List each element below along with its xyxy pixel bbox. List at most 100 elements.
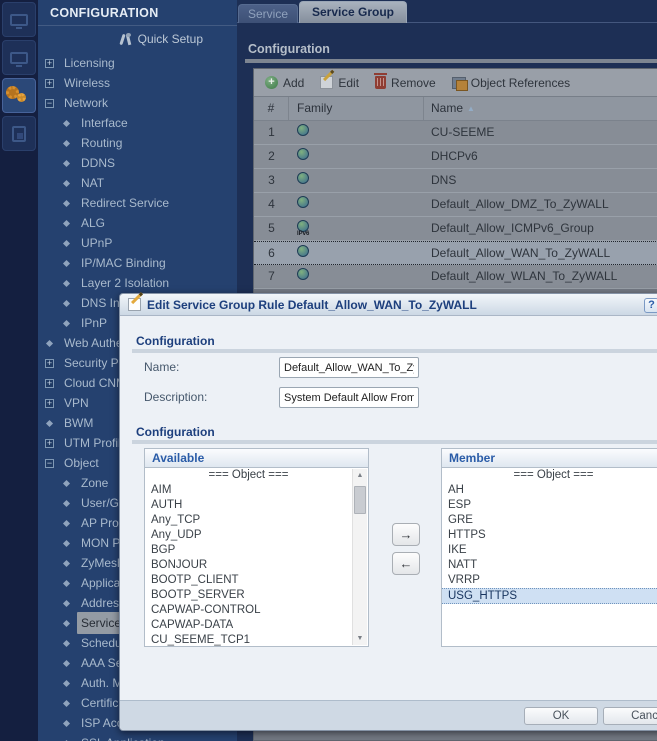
expand-icon: + <box>45 79 54 88</box>
dialog-section2-rule <box>132 440 657 444</box>
list-item-aim[interactable]: AIM <box>145 483 352 498</box>
table-row-default-allow-wan-to-zywall[interactable]: 6 Default_Allow_WAN_To_ZyWALL <box>254 241 657 265</box>
monitor-glyph <box>10 52 28 64</box>
column-number[interactable]: # <box>254 97 289 120</box>
row-name: Default_Allow_WAN_To_ZyWALL <box>424 242 657 265</box>
pencil-icon <box>320 76 333 89</box>
available-list[interactable]: === Object ===AIMAUTHAny_TCPAny_UDPBGPBO… <box>144 468 369 647</box>
list-item-natt[interactable]: NATT <box>442 558 657 573</box>
remove-button[interactable]: Remove <box>371 74 440 92</box>
scrollbar-thumb[interactable] <box>354 486 366 514</box>
list-item-bgp[interactable]: BGP <box>145 543 352 558</box>
row-number: 5 <box>254 217 289 240</box>
tree-leaf-icon <box>63 519 70 526</box>
column-family[interactable]: Family <box>289 97 424 120</box>
tree-leaf-icon <box>63 279 70 286</box>
column-name[interactable]: Name ▲ <box>424 97 657 120</box>
dialog-section1-rule <box>132 349 657 353</box>
monitor-icon[interactable] <box>2 40 36 75</box>
list-group-header[interactable]: === Object === <box>145 468 352 483</box>
table-row-default-allow-icmpv6-group[interactable]: 5 IPv6 Default_Allow_ICMPv6_Group <box>254 217 657 241</box>
monitor-glyph <box>10 14 28 26</box>
tab-service[interactable]: Service <box>238 4 298 23</box>
row-name: CU-SEEME <box>424 121 657 144</box>
sidebar-item-nat[interactable]: NAT <box>38 173 237 193</box>
scroll-down-icon[interactable]: ▼ <box>353 632 367 645</box>
list-item-vrrp[interactable]: VRRP <box>442 573 657 588</box>
scroll-up-icon[interactable]: ▲ <box>353 469 367 482</box>
sidebar-item-alg[interactable]: ALG <box>38 213 237 233</box>
list-item-https[interactable]: HTTPS <box>442 528 657 543</box>
sidebar-item-ddns[interactable]: DDNS <box>38 153 237 173</box>
list-item-bonjour[interactable]: BONJOUR <box>145 558 352 573</box>
list-item-auth[interactable]: AUTH <box>145 498 352 513</box>
ok-button[interactable]: OK <box>524 707 598 725</box>
table-row-default-allow-wlan-to-zywall[interactable]: 7 Default_Allow_WLAN_To_ZyWALL <box>254 265 657 289</box>
help-icon[interactable]: ? <box>644 298 657 313</box>
object-references-button[interactable]: Object References <box>448 74 574 92</box>
add-button[interactable]: + Add <box>261 74 308 92</box>
sidebar-item-layer-2-isolation[interactable]: Layer 2 Isolation <box>38 273 237 293</box>
sidebar-item-label: Object <box>60 452 103 474</box>
row-name: Default_Allow_ICMPv6_Group <box>424 217 657 240</box>
family-globe-icon <box>297 124 309 136</box>
table-row-dhcpv6[interactable]: 2 DHCPv6 <box>254 145 657 169</box>
table-row-default-allow-dmz-to-zywall[interactable]: 4 Default_Allow_DMZ_To_ZyWALL <box>254 193 657 217</box>
tree-leaf-icon <box>63 239 70 246</box>
list-item-any-tcp[interactable]: Any_TCP <box>145 513 352 528</box>
tree-leaf-icon <box>63 179 70 186</box>
list-item-gre[interactable]: GRE <box>442 513 657 528</box>
sidebar-item-wireless[interactable]: + Wireless <box>38 73 237 93</box>
tree-leaf-icon <box>63 499 70 506</box>
move-right-button[interactable]: → <box>392 523 420 546</box>
edit-button[interactable]: Edit <box>316 74 363 92</box>
zywall-configuration-screen: CONFIGURATION Quick Setup + Licensing + … <box>0 0 657 741</box>
table-toolbar: + Add Edit Remove Object References <box>254 69 657 97</box>
table-row-cu-seeme[interactable]: 1 CU-SEEME <box>254 121 657 145</box>
dialog-title-bar: Edit Service Group Rule Default_Allow_WA… <box>120 294 657 316</box>
family-globe-icon <box>297 148 309 160</box>
configuration-gears-icon[interactable] <box>2 78 36 113</box>
list-item-ah[interactable]: AH <box>442 483 657 498</box>
tree-leaf-icon <box>63 139 70 146</box>
list-item-bootp-server[interactable]: BOOTP_SERVER <box>145 588 352 603</box>
sidebar-item-label: Interface <box>77 112 132 134</box>
sidebar-item-routing[interactable]: Routing <box>38 133 237 153</box>
tree-leaf-icon <box>63 719 70 726</box>
name-field[interactable] <box>279 357 419 378</box>
list-group-header[interactable]: === Object === <box>442 468 657 483</box>
list-item-any-udp[interactable]: Any_UDP <box>145 528 352 543</box>
maintenance-icon[interactable] <box>2 116 36 151</box>
dashboard-icon[interactable] <box>2 2 36 37</box>
sidebar-item-network[interactable]: − Network <box>38 93 237 113</box>
list-item-capwap-control[interactable]: CAPWAP-CONTROL <box>145 603 352 618</box>
dialog-title: Edit Service Group Rule Default_Allow_WA… <box>147 298 477 312</box>
list-item-ike[interactable]: IKE <box>442 543 657 558</box>
sidebar-item-upnp[interactable]: UPnP <box>38 233 237 253</box>
sidebar-item-redirect-service[interactable]: Redirect Service <box>38 193 237 213</box>
cancel-button[interactable]: Cancel <box>603 707 657 725</box>
list-item-capwap-data[interactable]: CAPWAP-DATA <box>145 618 352 633</box>
row-number: 1 <box>254 121 289 144</box>
list-item-bootp-client[interactable]: BOOTP_CLIENT <box>145 573 352 588</box>
tree-leaf-icon <box>63 619 70 626</box>
configuration-section-title: Configuration <box>248 42 330 56</box>
description-field[interactable] <box>279 387 419 408</box>
member-list[interactable]: === Object ===AHESPGREHTTPSIKENATTVRRPUS… <box>441 468 657 647</box>
sidebar-item-ip-mac-binding[interactable]: IP/MAC Binding <box>38 253 237 273</box>
sidebar-item-licensing[interactable]: + Licensing <box>38 53 237 73</box>
list-item-cu-seeme-tcp1[interactable]: CU_SEEME_TCP1 <box>145 633 352 647</box>
family-globe-icon <box>297 172 309 184</box>
available-scrollbar[interactable]: ▲ ▼ <box>352 469 367 645</box>
quick-setup-button[interactable]: Quick Setup <box>38 26 237 52</box>
description-label: Description: <box>144 390 207 404</box>
tab-service-group[interactable]: Service Group <box>299 1 407 23</box>
list-item-usg-https[interactable]: USG_HTTPS <box>442 588 657 604</box>
sidebar-item-interface[interactable]: Interface <box>38 113 237 133</box>
sidebar-item-ssl-application[interactable]: SSL Application <box>38 733 237 741</box>
sidebar-item-label: Redirect Service <box>77 192 173 214</box>
dialog-footer: OK Cancel <box>120 700 657 730</box>
table-row-dns[interactable]: 3 DNS <box>254 169 657 193</box>
list-item-esp[interactable]: ESP <box>442 498 657 513</box>
move-left-button[interactable]: ← <box>392 552 420 575</box>
